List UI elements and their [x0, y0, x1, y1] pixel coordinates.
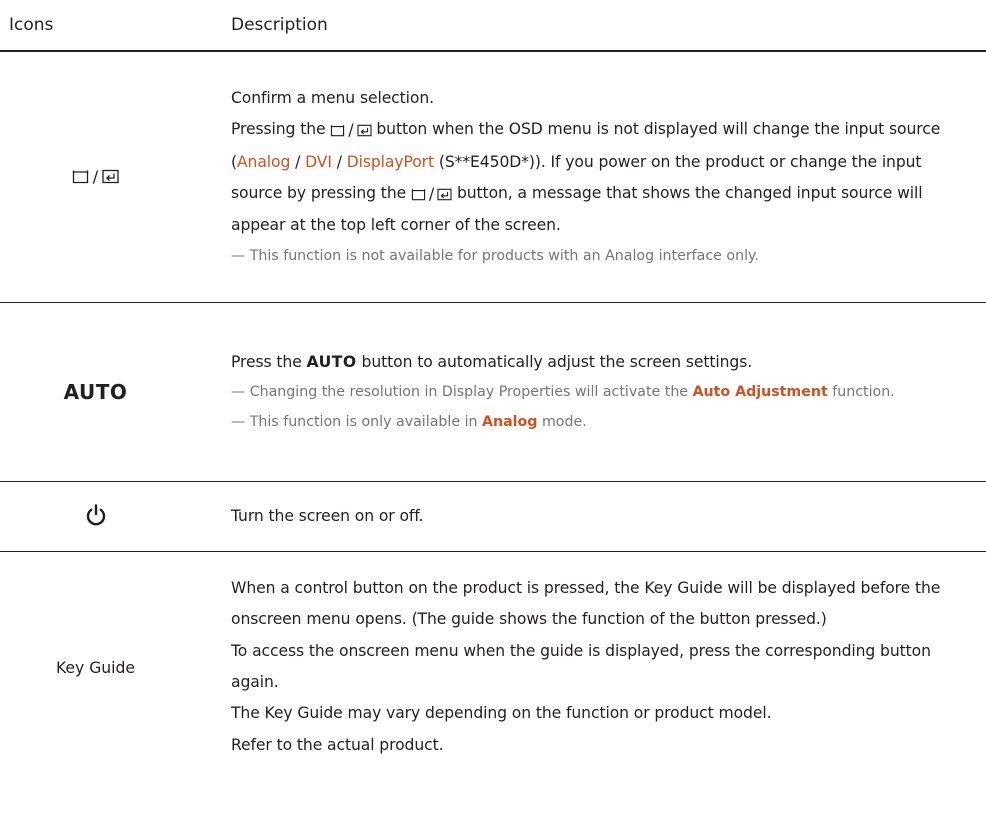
analog-mode-link: Analog — [482, 413, 538, 430]
enter-icon — [102, 169, 119, 183]
key-guide-paragraph-1: When a control button on the product is … — [231, 578, 941, 629]
displayport-link: DisplayPort — [346, 152, 435, 171]
auto-text: Press the — [231, 352, 307, 371]
page: Icons Description / Confirm a menu selec… — [0, 0, 986, 835]
analog-link: Analog — [236, 152, 291, 171]
separator: / — [331, 152, 347, 171]
source-text: Pressing the — [231, 120, 331, 139]
table-row-power: Turn the screen on or off. — [0, 481, 986, 552]
enter-icon — [356, 125, 372, 137]
description-cell-source: Confirm a menu selection. Pressing the /… — [231, 51, 986, 303]
auto-text: button to automatically adjust the scree… — [356, 352, 753, 371]
icon-slash: / — [428, 184, 435, 203]
power-icon — [86, 503, 105, 525]
note-text: — This function is only available in — [231, 413, 483, 430]
note-text: function. — [827, 384, 895, 401]
dvi-link: DVI — [305, 152, 332, 171]
separator: / — [290, 152, 306, 171]
table-row-auto: AUTO Press the AUTO button to automatica… — [0, 302, 986, 482]
source-line-1: Confirm a menu selection. — [231, 88, 434, 107]
auto-note-2: — This function is only available in Ana… — [231, 408, 968, 438]
icon-slash: / — [348, 121, 354, 140]
icon-cell-power — [0, 481, 231, 552]
source-icon — [72, 170, 88, 183]
source-enter-icon-inline: / — [411, 179, 452, 210]
description-cell-auto: Press the AUTO button to automatically a… — [231, 302, 986, 482]
key-guide-paragraph-3: The Key Guide may vary depending on the … — [231, 704, 772, 723]
description-column-header: Description — [231, 0, 986, 52]
key-guide-label: Key Guide — [55, 658, 136, 677]
auto-note-1: — Changing the resolution in Display Pro… — [231, 378, 968, 408]
table-row-key-guide: Key Guide When a control button on the p… — [0, 552, 986, 783]
table-header-row: Icons Description — [0, 0, 986, 52]
source-enter-icon: / — [72, 167, 119, 186]
power-line: Turn the screen on or off. — [231, 506, 424, 525]
icon-cell-auto: AUTO — [0, 302, 231, 482]
note-text: — Changing the resolution in Display Pro… — [231, 384, 693, 401]
table-row-source: / Confirm a menu selection. Pressing the… — [0, 51, 986, 303]
key-guide-paragraph-4: Refer to the actual product. — [231, 735, 444, 754]
icon-slash: / — [92, 166, 99, 186]
source-enter-icon-inline: / — [330, 115, 372, 146]
description-cell-key-guide: When a control button on the product is … — [231, 552, 986, 783]
auto-icon: AUTO — [63, 380, 128, 404]
note-text: mode. — [537, 413, 587, 430]
description-cell-power: Turn the screen on or off. — [231, 481, 986, 552]
auto-line: Press the AUTO button to automatically a… — [231, 347, 968, 378]
source-icon — [331, 125, 345, 137]
icon-cell-source: / — [0, 51, 231, 303]
icons-column-header: Icons — [0, 0, 231, 52]
source-icon — [411, 189, 426, 201]
key-guide-paragraph-2: To access the onscreen menu when the gui… — [231, 641, 931, 691]
enter-icon — [437, 188, 452, 201]
source-note: — This function is not available for pro… — [231, 247, 759, 264]
auto-word: AUTO — [306, 352, 357, 371]
source-paragraph-2: Pressing the / button when the OSD menu … — [231, 114, 968, 241]
auto-adjustment-link: Auto Adjustment — [692, 384, 828, 401]
icon-description-table: Icons Description / Confirm a menu selec… — [0, 0, 986, 782]
icon-cell-key-guide: Key Guide — [0, 552, 231, 783]
